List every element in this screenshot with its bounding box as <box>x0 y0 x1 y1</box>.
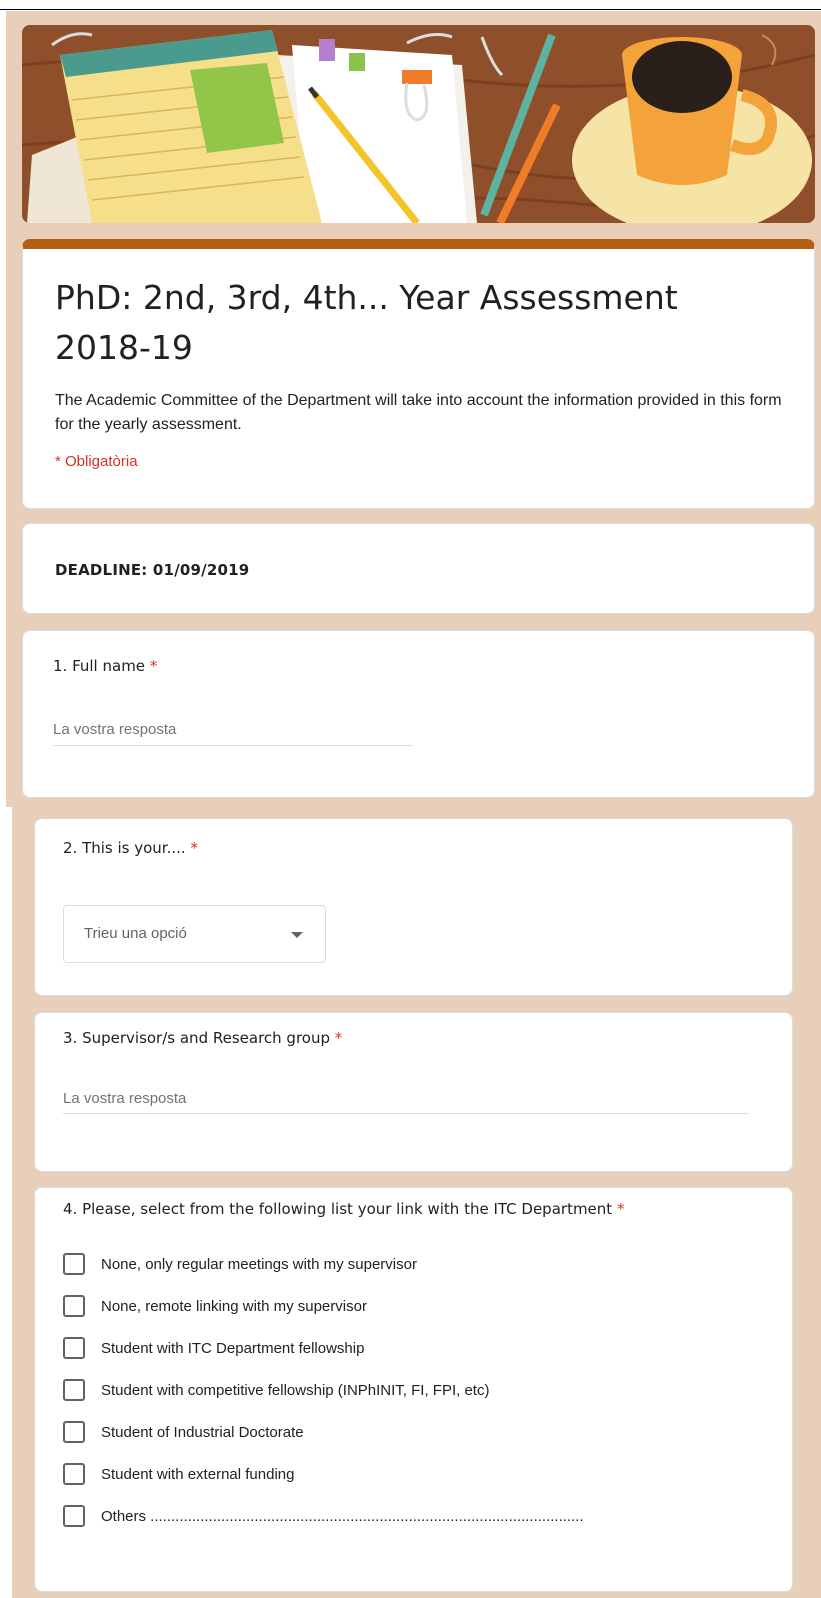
question-title: 2. This is your.... <box>63 839 186 857</box>
year-dropdown[interactable]: Trieu una opció <box>63 905 326 963</box>
input-underline <box>63 1113 749 1114</box>
option-industrial-doctorate[interactable]: Student of Industrial Doctorate <box>63 1420 304 1444</box>
option-label: Student with ITC Department fellowship <box>101 1339 365 1357</box>
question-card-link: 4. Please, select from the following lis… <box>34 1187 793 1592</box>
option-remote-linking[interactable]: None, remote linking with my supervisor <box>63 1294 367 1318</box>
question-card-supervisor: 3. Supervisor/s and Research group * La … <box>34 1012 793 1172</box>
question-label: 1. Full name * <box>53 657 157 675</box>
question-title: 1. Full name <box>53 657 146 675</box>
checkbox[interactable] <box>63 1505 85 1527</box>
question-card-full-name: 1. Full name * La vostra resposta <box>22 630 815 798</box>
desk-illustration <box>22 25 815 223</box>
checkbox[interactable] <box>63 1463 85 1485</box>
checkbox[interactable] <box>63 1253 85 1275</box>
full-name-input[interactable]: La vostra resposta <box>53 721 176 738</box>
checkbox[interactable] <box>63 1295 85 1317</box>
option-label: None, only regular meetings with my supe… <box>101 1255 417 1273</box>
question-label: 4. Please, select from the following lis… <box>63 1200 624 1218</box>
question-card-year: 2. This is your.... * Trieu una opció <box>34 818 793 996</box>
option-label: Student with competitive fellowship (INP… <box>101 1381 490 1399</box>
input-underline <box>53 745 413 746</box>
required-asterisk: * <box>334 1029 343 1047</box>
checkbox[interactable] <box>63 1337 85 1359</box>
option-itc-fellowship[interactable]: Student with ITC Department fellowship <box>63 1336 364 1360</box>
option-others[interactable]: Others .................................… <box>63 1504 584 1528</box>
option-label: Others .................................… <box>101 1507 584 1525</box>
option-label: Student with external funding <box>101 1465 295 1483</box>
question-title: 4. Please, select from the following lis… <box>63 1200 613 1218</box>
question-label: 3. Supervisor/s and Research group * <box>63 1029 342 1047</box>
question-title: 3. Supervisor/s and Research group <box>63 1029 330 1047</box>
form-title: PhD: 2nd, 3rd, 4th... Year Assessment 20… <box>55 278 678 367</box>
window-top-edge <box>0 0 821 10</box>
option-external-funding[interactable]: Student with external funding <box>63 1462 294 1486</box>
required-note: * Obligatòria <box>55 453 138 470</box>
form-header-card: PhD: 2nd, 3rd, 4th... Year Assessment 20… <box>22 239 815 509</box>
header-banner-image <box>22 25 815 223</box>
required-asterisk: * <box>616 1200 625 1218</box>
deadline-card: DEADLINE: 01/09/2019 <box>22 523 815 614</box>
form-description: The Academic Committee of the Department… <box>55 392 782 433</box>
option-label: None, remote linking with my supervisor <box>101 1297 367 1315</box>
required-asterisk: * <box>190 839 198 857</box>
caret-down-icon <box>291 932 303 938</box>
checkbox[interactable] <box>63 1421 85 1443</box>
checkbox[interactable] <box>63 1379 85 1401</box>
deadline-text: DEADLINE: 01/09/2019 <box>55 561 250 579</box>
dropdown-placeholder: Trieu una opció <box>84 925 187 942</box>
option-label: Student of Industrial Doctorate <box>101 1423 304 1441</box>
required-asterisk: * <box>149 657 158 675</box>
option-competitive-fellowship[interactable]: Student with competitive fellowship (INP… <box>63 1378 489 1402</box>
question-label: 2. This is your.... * <box>63 839 198 857</box>
supervisor-input[interactable]: La vostra resposta <box>63 1090 186 1107</box>
option-regular-meetings[interactable]: None, only regular meetings with my supe… <box>63 1252 417 1276</box>
